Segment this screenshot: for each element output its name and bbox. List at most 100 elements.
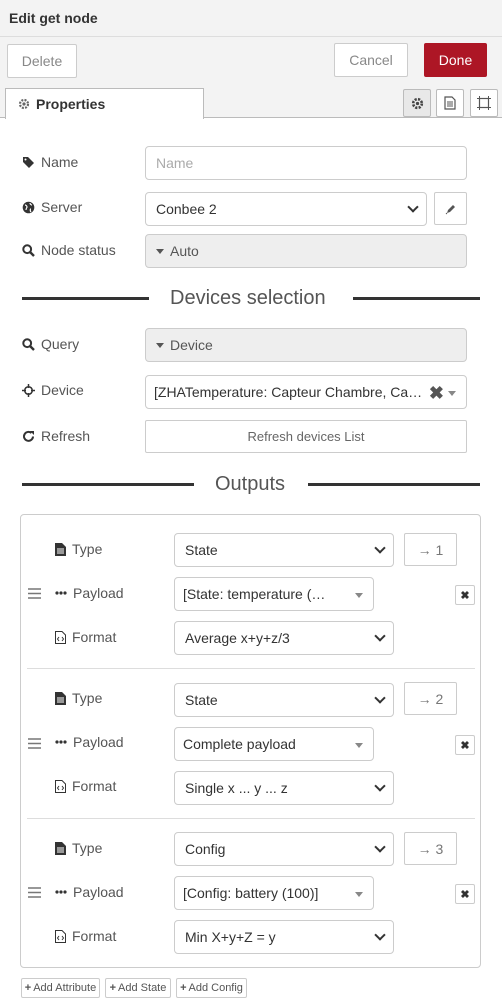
node-status-select[interactable]: Auto xyxy=(145,234,467,268)
name-input[interactable]: Name xyxy=(145,146,467,180)
divider xyxy=(353,297,480,300)
ellipsis-icon xyxy=(55,740,67,744)
dialog-toolbar: Delete Cancel Done xyxy=(0,37,502,87)
payload-value: Complete payload xyxy=(183,736,296,752)
refresh-label: Refresh xyxy=(22,428,90,444)
chevron-down-icon xyxy=(407,201,419,213)
format-label-text: Format xyxy=(72,778,117,794)
device-select[interactable]: [ZHATemperature: Capteur Chambre, Ca… ✖ xyxy=(145,375,467,409)
outputs-section-title: Outputs xyxy=(215,473,286,495)
clear-icon[interactable]: ✖ xyxy=(429,384,444,402)
done-button[interactable]: Done xyxy=(424,43,487,77)
payload-value: [Config: battery (100)] xyxy=(183,885,319,901)
device-value: [ZHATemperature: Capteur Chambre, Ca… xyxy=(154,384,422,400)
payload-label: Payload xyxy=(55,734,124,750)
dialog-title: Edit get node xyxy=(9,10,98,26)
device-label: Device xyxy=(22,382,84,398)
ellipsis-icon xyxy=(55,890,67,894)
node-status-label-text: Node status xyxy=(41,242,116,258)
close-icon: ✖ xyxy=(460,739,470,752)
file-code-icon xyxy=(55,630,66,644)
payload-select[interactable]: [State: temperature (… xyxy=(174,577,374,611)
plus-icon: + xyxy=(109,982,117,994)
file-icon xyxy=(55,841,66,855)
chevron-down-icon xyxy=(374,630,386,642)
type-select[interactable]: State xyxy=(174,683,394,717)
server-select[interactable]: Conbee 2 xyxy=(145,192,427,226)
dropdown-arrow-icon xyxy=(355,743,363,748)
type-select[interactable]: Config xyxy=(174,832,394,866)
format-select[interactable]: Min X+y+Z = y xyxy=(174,920,394,954)
tab-description[interactable] xyxy=(436,89,464,117)
edit-server-button[interactable] xyxy=(434,192,467,225)
close-icon: ✖ xyxy=(460,589,470,602)
payload-label-text: Payload xyxy=(73,734,124,750)
tag-icon xyxy=(22,156,35,169)
node-status-label: Node status xyxy=(22,242,116,258)
device-label-text: Device xyxy=(41,382,84,398)
add-state-button[interactable]: + Add State xyxy=(105,978,171,998)
divider xyxy=(22,297,149,300)
remove-output-button[interactable]: ✖ xyxy=(455,585,475,605)
crosshairs-icon xyxy=(22,383,35,397)
file-icon xyxy=(55,691,66,705)
format-select[interactable]: Average x+y+z/3 xyxy=(174,621,394,655)
query-value: Device xyxy=(170,337,213,353)
refresh-label-text: Refresh xyxy=(41,428,91,444)
type-label-text: Type xyxy=(72,690,103,706)
chevron-down-icon xyxy=(374,929,386,941)
payload-value: [State: temperature (… xyxy=(183,586,326,602)
output-port-badge: → 3 xyxy=(404,832,457,865)
caret-down-icon xyxy=(156,248,164,254)
format-select[interactable]: Single x ... y ... z xyxy=(174,771,394,805)
delete-button[interactable]: Delete xyxy=(7,44,77,78)
ellipsis-icon xyxy=(55,591,67,595)
close-icon: ✖ xyxy=(460,888,470,901)
refresh-devices-button[interactable]: Refresh devices List xyxy=(145,420,467,453)
tab-properties[interactable]: Properties xyxy=(5,88,204,119)
remove-output-button[interactable]: ✖ xyxy=(455,884,475,904)
add-config-button[interactable]: + Add Config xyxy=(176,978,247,998)
dropdown-arrow-icon xyxy=(355,892,363,897)
payload-select[interactable]: Complete payload xyxy=(174,727,374,761)
file-icon xyxy=(55,542,66,556)
file-text-icon xyxy=(444,96,456,110)
tab-settings[interactable] xyxy=(403,89,431,117)
payload-select[interactable]: [Config: battery (100)] xyxy=(174,876,374,910)
dropdown-arrow-icon xyxy=(448,391,456,396)
payload-label: Payload xyxy=(55,585,124,601)
output-port-badge: → 1 xyxy=(404,533,457,566)
type-label: Type xyxy=(55,690,102,706)
drag-handle-icon[interactable] xyxy=(28,738,41,749)
output-port-badge: → 2 xyxy=(404,682,457,715)
add-config-label: Add Config xyxy=(188,982,243,994)
divider xyxy=(27,818,475,819)
globe-icon xyxy=(22,201,35,214)
server-label: Server xyxy=(22,199,82,215)
format-label: Format xyxy=(55,629,116,645)
gear-icon xyxy=(18,98,30,110)
node-status-value: Auto xyxy=(170,243,199,259)
type-value: State xyxy=(185,542,218,558)
name-label-text: Name xyxy=(41,154,79,170)
drag-handle-icon[interactable] xyxy=(28,887,41,898)
type-label-text: Type xyxy=(72,840,103,856)
query-select[interactable]: Device xyxy=(145,328,467,362)
cancel-button[interactable]: Cancel xyxy=(334,43,408,77)
format-label-text: Format xyxy=(72,629,117,645)
payload-label-text: Payload xyxy=(73,585,124,601)
format-label-text: Format xyxy=(72,928,117,944)
chevron-down-icon xyxy=(374,841,386,853)
remove-output-button[interactable]: ✖ xyxy=(455,735,475,755)
frame-icon xyxy=(477,96,491,110)
format-label: Format xyxy=(55,778,116,794)
add-attribute-button[interactable]: + Add Attribute xyxy=(21,978,100,998)
type-select[interactable]: State xyxy=(174,533,394,567)
payload-label: Payload xyxy=(55,884,124,900)
tab-appearance[interactable] xyxy=(470,89,498,117)
add-state-label: Add State xyxy=(118,982,167,994)
format-value: Average x+y+z/3 xyxy=(185,630,290,646)
dropdown-arrow-icon xyxy=(355,593,363,598)
type-label: Type xyxy=(55,541,102,557)
drag-handle-icon[interactable] xyxy=(28,588,41,599)
